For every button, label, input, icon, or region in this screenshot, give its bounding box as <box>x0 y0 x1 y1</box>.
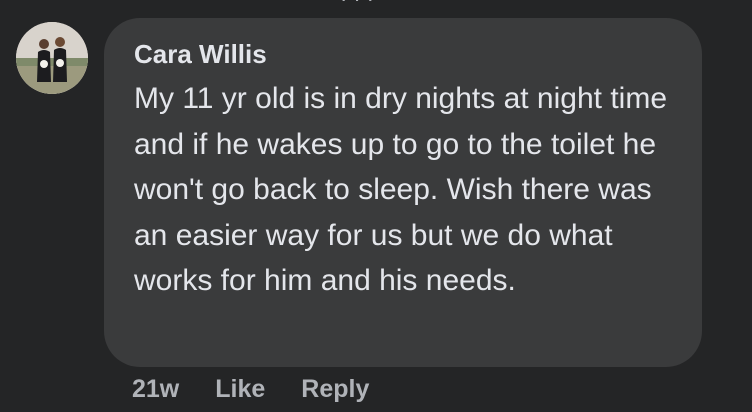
comment-author[interactable]: Cara Willis <box>134 38 676 70</box>
profile-photo-icon <box>16 22 88 94</box>
previous-reply-fragment: ··· <box>340 0 400 4</box>
like-button[interactable]: Like <box>215 375 265 404</box>
comment-timestamp[interactable]: 21w <box>132 375 179 404</box>
comment-text: My 11 yr old is in dry nights at night t… <box>134 82 667 298</box>
comment-bubble: Cara Willis My 11 yr old is in dry night… <box>104 18 702 367</box>
avatar[interactable] <box>16 22 88 94</box>
comment-actions: 21w Like Reply <box>132 372 369 406</box>
comment-thread: ··· Cara Willis My 11 yr old is in dry n… <box>0 0 752 412</box>
reply-button[interactable]: Reply <box>301 375 369 404</box>
